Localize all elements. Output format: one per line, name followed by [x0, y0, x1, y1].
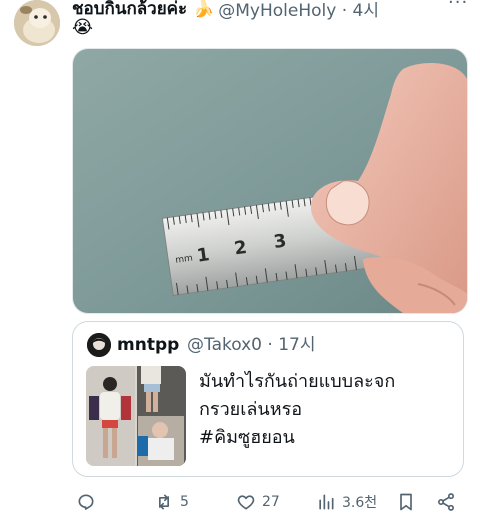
- views-button[interactable]: 3.6천: [316, 488, 377, 516]
- ruler-photo: mm 1 2 3: [73, 49, 467, 313]
- retweet-icon: [159, 494, 169, 510]
- reply-icon: [78, 494, 94, 510]
- views-icon: [319, 494, 334, 510]
- quoted-avatar-image: [87, 333, 111, 357]
- avatar-image: [14, 0, 60, 46]
- tweet-header: ชอบกินกล้วยค่ะ 🍌 @MyHoleHoly · 4시: [72, 0, 379, 22]
- action-bar: 5 27 3.6천: [72, 488, 466, 516]
- retweet-button[interactable]: 5: [154, 488, 189, 516]
- tweet-photo[interactable]: mm 1 2 3: [72, 48, 468, 314]
- like-button[interactable]: 27: [236, 488, 280, 516]
- share-button[interactable]: [436, 488, 456, 516]
- quoted-photo[interactable]: [86, 366, 186, 466]
- view-count: 3.6천: [342, 495, 378, 511]
- handle-and-time[interactable]: @MyHoleHoly · 4시: [218, 0, 379, 21]
- heart-icon: [237, 495, 255, 510]
- reply-button[interactable]: [76, 488, 96, 516]
- quoted-handle-and-time[interactable]: @Takox0 · 17시: [187, 333, 315, 357]
- quoted-tweet[interactable]: mntpp @Takox0 · 17시 มันทำไรกันถ่ายแบบละจ…: [72, 321, 464, 477]
- quoted-tweet-text: มันทำไรกันถ่ายแบบละจก กรวยเล่นหรอ #คิมซู…: [199, 371, 396, 448]
- quoted-photo-collage: [86, 366, 186, 466]
- avatar[interactable]: [14, 0, 60, 46]
- tweet-text: 😭: [72, 17, 94, 38]
- more-dots-icon[interactable]: ···: [448, 0, 468, 13]
- retweet-count: 5: [180, 494, 189, 510]
- quoted-avatar[interactable]: [87, 333, 111, 357]
- like-count: 27: [262, 494, 280, 510]
- bookmark-button[interactable]: [396, 488, 416, 516]
- display-name[interactable]: ชอบกินกล้วยค่ะ 🍌: [72, 0, 214, 22]
- bookmark-icon: [400, 493, 412, 511]
- quoted-display-name[interactable]: mntpp: [117, 333, 179, 357]
- share-icon: [438, 493, 454, 511]
